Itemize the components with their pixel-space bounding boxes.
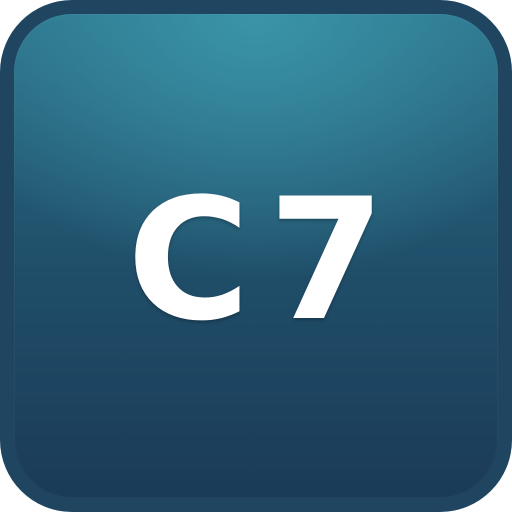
app-icon-label: C7 <box>126 162 404 358</box>
app-icon-face: C7 <box>14 14 498 498</box>
app-icon[interactable]: C7 <box>0 0 512 512</box>
